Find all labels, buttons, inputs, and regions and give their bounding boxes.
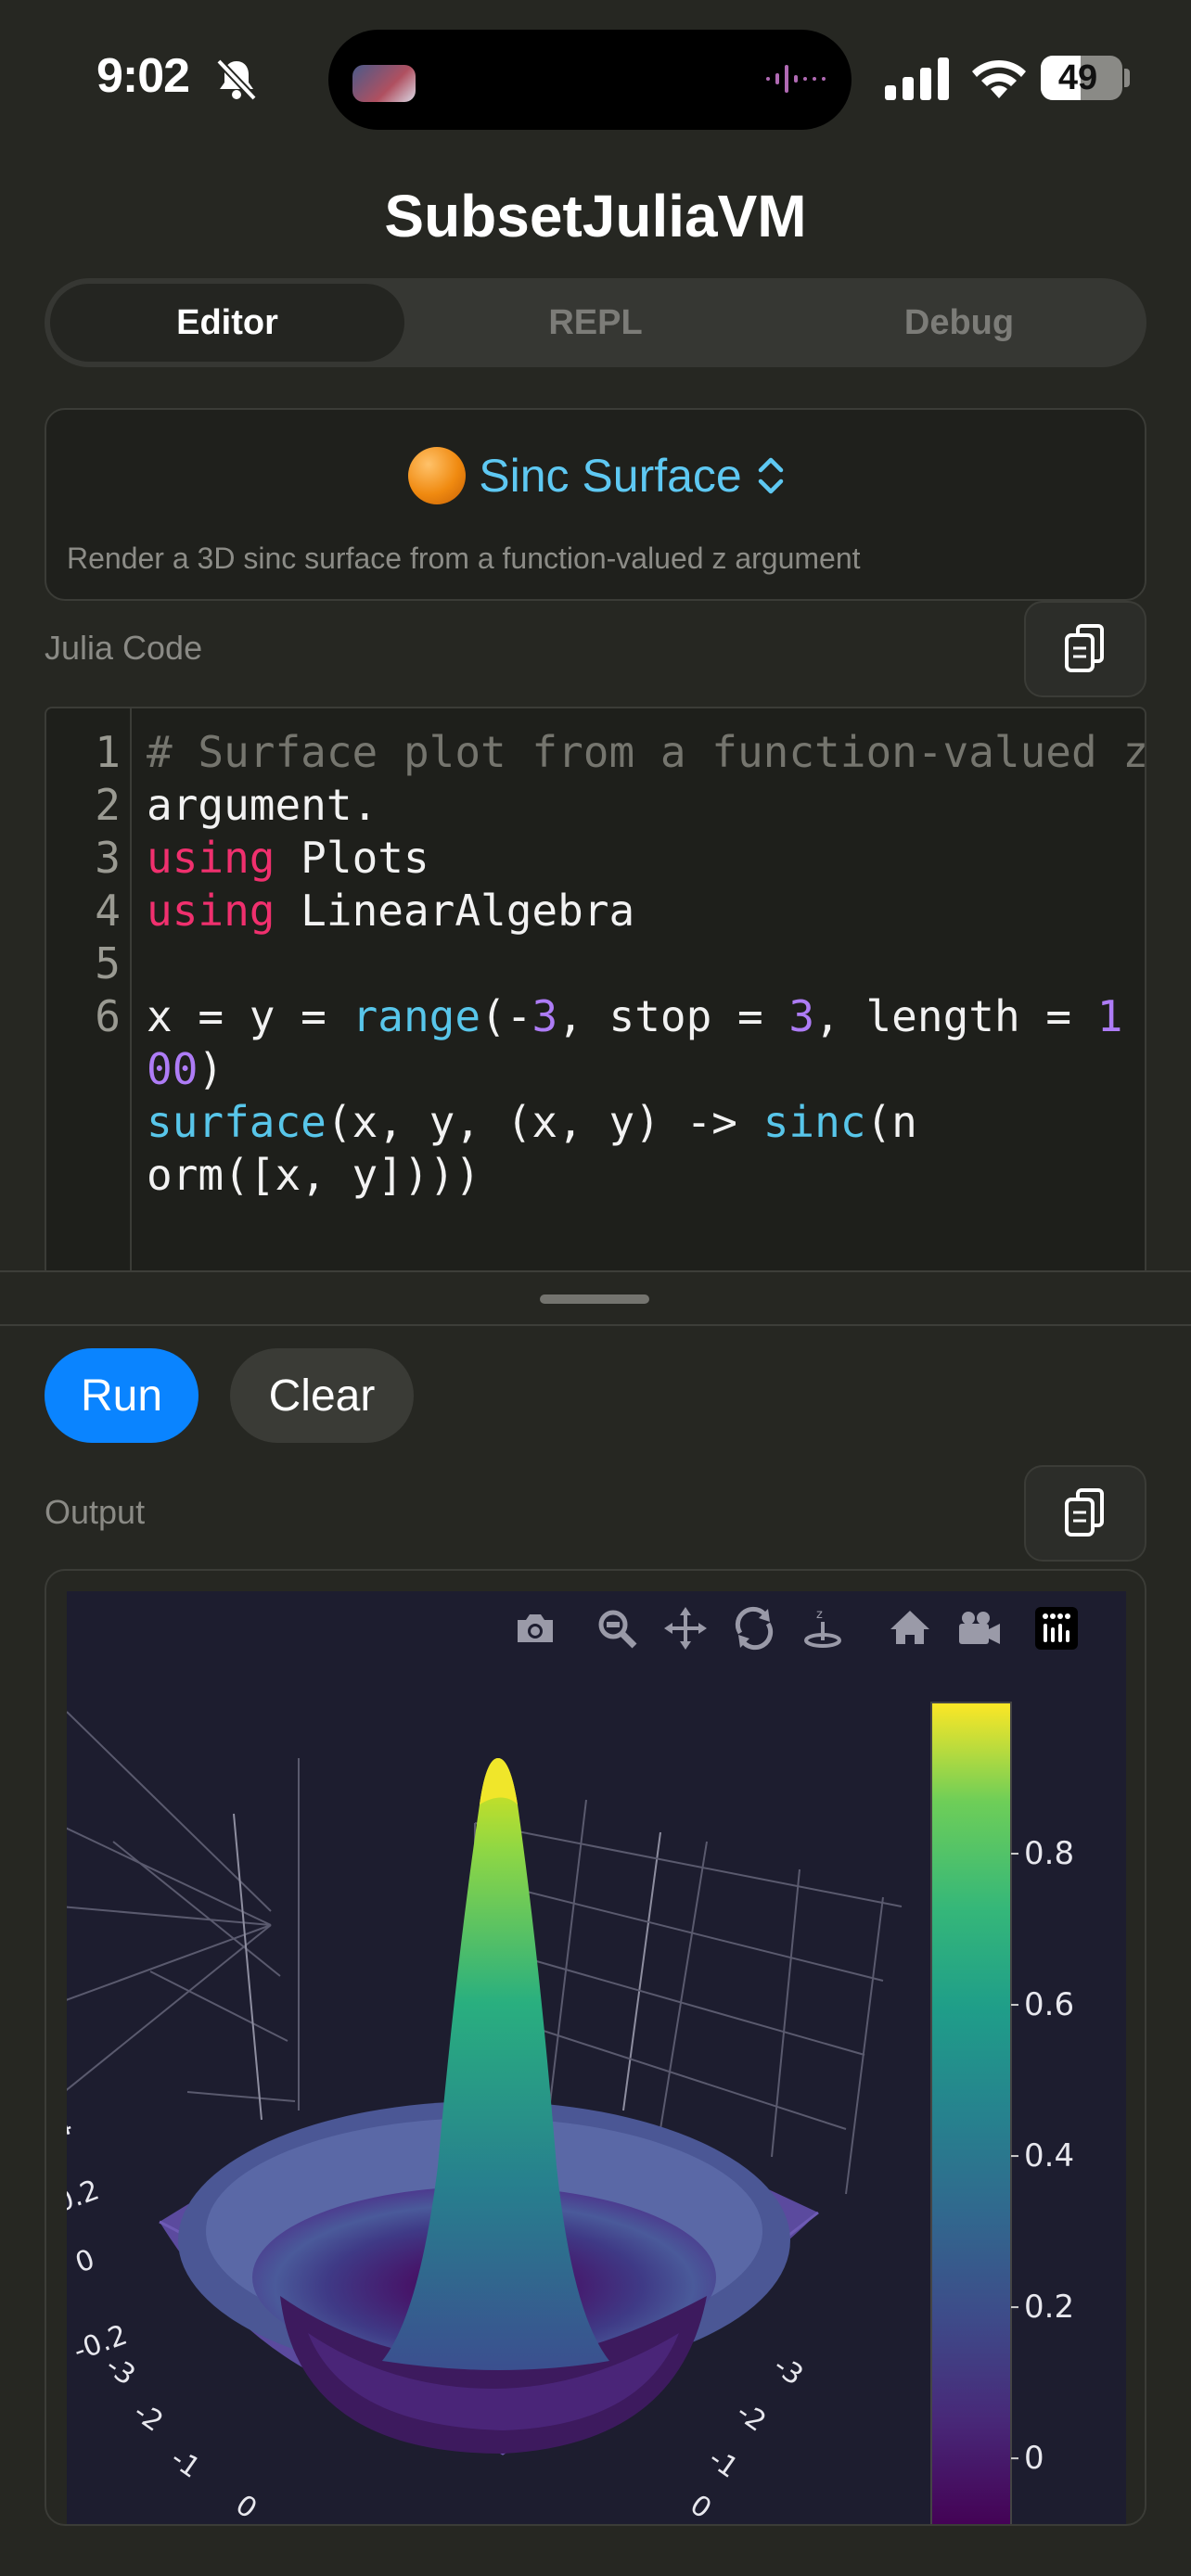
line-number: 4 bbox=[95, 886, 121, 936]
chevron-updown-icon[interactable] bbox=[755, 453, 787, 498]
grid-line bbox=[67, 1924, 272, 2001]
surface-canvas[interactable]: -3-2-10-3-2-10-0.200.24 0.80.60.40.20 bbox=[67, 1591, 1126, 2526]
grid-line bbox=[771, 1868, 800, 2158]
y-tick-label: 0 bbox=[229, 2489, 263, 2526]
colorbar-tick-label: 0.2 bbox=[1024, 2289, 1074, 2326]
colorbar-tick-label: 0.4 bbox=[1024, 2137, 1074, 2174]
surface-mesh bbox=[159, 1758, 819, 2455]
line-number: 3 bbox=[95, 833, 121, 883]
colorbar-gradient bbox=[930, 1702, 1012, 2524]
code-line[interactable]: surface(x, y, (x, y) -> sinc(n bbox=[147, 1097, 917, 1147]
surface-peak-top bbox=[480, 1758, 518, 1804]
grid-line bbox=[660, 1841, 708, 2130]
example-description: Render a 3D sinc surface from a function… bbox=[67, 542, 861, 575]
line-number: 5 bbox=[95, 938, 121, 988]
bell-slash-icon bbox=[216, 58, 257, 101]
run-button[interactable]: Run bbox=[45, 1348, 198, 1443]
signal-icon bbox=[885, 57, 949, 100]
battery-nub bbox=[1124, 69, 1130, 87]
colorbar: 0.8 0.6 0.4 0.2 0 bbox=[930, 1702, 1074, 2524]
surface-plot[interactable]: z -3 -2 -1 0 -3 -2 -1 0 -0.2 0 0.2 4 0.8… bbox=[67, 1591, 1126, 2526]
grid-line bbox=[112, 1841, 281, 1977]
z-tick-label: 0.2 bbox=[67, 2174, 104, 2219]
grid-line bbox=[186, 2091, 296, 2102]
copy-code-button[interactable] bbox=[1024, 601, 1146, 697]
example-card: Sinc Surface Render a 3D sinc surface fr… bbox=[45, 408, 1146, 601]
pane-divider bbox=[0, 1324, 1191, 1326]
colorbar-tick-label: 0 bbox=[1024, 2440, 1044, 2477]
tab-debug[interactable]: Debug bbox=[777, 278, 1141, 367]
clear-button[interactable]: Clear bbox=[230, 1348, 414, 1443]
colorbar-tick-label: 0.8 bbox=[1024, 1835, 1074, 1872]
z-tick-label: 0 bbox=[71, 2243, 99, 2279]
grid-line bbox=[845, 1896, 884, 2195]
copy-icon bbox=[1065, 1488, 1104, 1537]
x-tick-label: -3 bbox=[767, 2350, 809, 2392]
code-line[interactable]: # Surface plot from a function-valued z bbox=[147, 727, 1145, 777]
orange-circle-icon bbox=[408, 447, 467, 504]
y-tick-label: -1 bbox=[164, 2442, 206, 2485]
copy-output-button[interactable] bbox=[1024, 1465, 1146, 1562]
example-name[interactable]: Sinc Surface bbox=[479, 449, 741, 503]
grid-line bbox=[67, 1827, 272, 1926]
code-line[interactable]: argument. bbox=[147, 780, 378, 830]
code-line[interactable]: x = y = range(-3, stop = 3, length = 1 bbox=[147, 991, 1122, 1041]
line-number: 1 bbox=[95, 727, 121, 777]
grid-line bbox=[233, 1813, 263, 2121]
code-line[interactable]: 00) bbox=[147, 1044, 224, 1094]
output-panel: z -3 -2 -1 0 -3 -2 -1 0 -0.2 0 0.2 4 0.8… bbox=[45, 1569, 1146, 2526]
pane-divider bbox=[0, 1270, 1191, 1272]
copy-icon bbox=[1065, 624, 1104, 672]
grid-line bbox=[622, 1831, 661, 2111]
code-editor[interactable]: 1 2 3 4 5 6 # Surface plot from a functi… bbox=[45, 707, 1146, 1272]
status-time: 9:02 bbox=[96, 49, 190, 103]
resize-handle[interactable] bbox=[540, 1294, 649, 1304]
battery-level: 49 bbox=[1057, 58, 1098, 97]
line-number-gutter: 1 2 3 4 5 6 bbox=[46, 708, 132, 1272]
x-tick-label: 0 bbox=[684, 2489, 717, 2526]
example-picker[interactable]: Sinc Surface bbox=[46, 447, 1148, 504]
tab-repl[interactable]: REPL bbox=[414, 278, 777, 367]
battery-icon: 49 bbox=[1041, 56, 1122, 100]
code-line[interactable]: using LinearAlgebra bbox=[147, 886, 634, 936]
app-title: SubsetJuliaVM bbox=[384, 183, 807, 249]
wifi-icon bbox=[972, 59, 1026, 98]
code-line[interactable]: using Plots bbox=[147, 833, 429, 883]
line-number: 2 bbox=[95, 780, 121, 830]
colorbar-tick-label: 0.6 bbox=[1024, 1986, 1074, 2023]
x-tick-label: -1 bbox=[702, 2442, 744, 2485]
line-number: 6 bbox=[95, 991, 121, 1041]
x-tick-label: -2 bbox=[730, 2396, 772, 2439]
code-line[interactable]: orm([x, y]))) bbox=[147, 1150, 480, 1200]
tab-editor[interactable]: Editor bbox=[50, 284, 404, 362]
output-section-label: Output bbox=[45, 1493, 146, 1531]
audio-wave-icon bbox=[766, 65, 826, 93]
grid-line bbox=[548, 1799, 587, 2111]
z-tick-label: 4 bbox=[67, 2109, 77, 2145]
y-tick-label: -2 bbox=[127, 2396, 169, 2439]
code-section-label: Julia Code bbox=[45, 629, 203, 667]
grid-line bbox=[67, 1924, 272, 2091]
tab-bar: Editor REPL Debug bbox=[45, 278, 1146, 367]
now-playing-thumbnail bbox=[352, 65, 416, 102]
